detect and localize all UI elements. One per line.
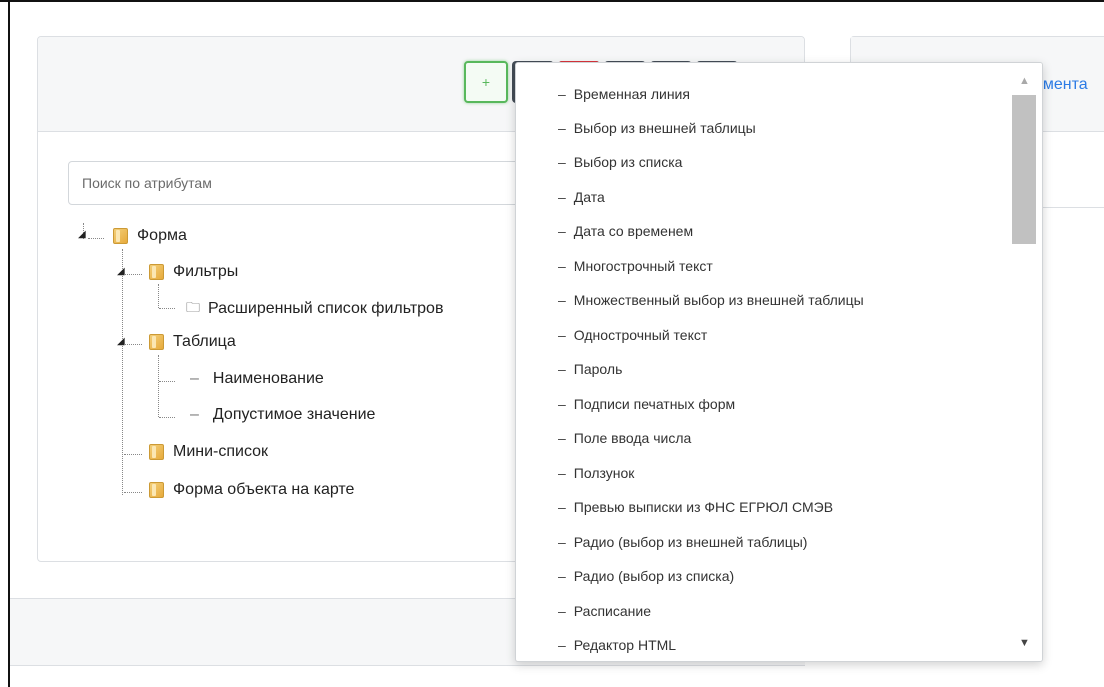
tree-node-table[interactable]: Таблица — [149, 333, 236, 351]
scrollbar-thumb[interactable] — [1012, 95, 1036, 244]
folder-icon — [149, 334, 164, 350]
dropdown-item-egrul-preview[interactable]: – Превью выписки из ФНС ЕГРЮЛ СМЭВ — [558, 490, 833, 524]
tree-node-name[interactable]: – Наименование — [190, 370, 324, 388]
tree-connector — [159, 308, 175, 309]
empty-folder-icon: 🗀 — [186, 299, 200, 315]
scroll-down-arrow-icon[interactable]: ▼ — [1019, 637, 1030, 649]
collapse-triangle-icon[interactable]: ◢ — [78, 229, 86, 240]
dropdown-item-multiline-text[interactable]: – Многострочный текст — [558, 249, 713, 283]
tree-node-label: Наименование — [212, 370, 324, 387]
tree-connector — [124, 344, 142, 345]
tree-node-extended-filter-list[interactable]: 🗀 Расширенный список фильтров — [186, 297, 443, 321]
collapse-triangle-icon[interactable]: ◢ — [117, 266, 125, 277]
dropdown-item-print-signatures[interactable]: – Подписи печатных форм — [558, 387, 735, 421]
dropdown-item-radio-external[interactable]: – Радио (выбор из внешней таблицы) — [558, 525, 807, 559]
dropdown-item-timeline[interactable]: – Временная линия — [558, 77, 690, 111]
tree-connector — [158, 284, 159, 308]
dropdown-scrollbar[interactable]: ▲ ▼ — [1012, 63, 1042, 661]
folder-icon — [149, 264, 164, 280]
tree-node-label: Мини-список — [173, 443, 269, 460]
tree-node-label: Форма объекта на карте — [173, 481, 355, 498]
scroll-up-arrow-icon[interactable]: ▲ — [1019, 75, 1030, 87]
tree-connector — [124, 492, 142, 493]
dropdown-item-radio-list[interactable]: – Радио (выбор из списка) — [558, 559, 734, 593]
dropdown-item-datetime[interactable]: – Дата со временем — [558, 214, 693, 248]
tree-node-label: Расширенный список фильтров — [208, 300, 444, 317]
tree-node-map-object-form[interactable]: Форма объекта на карте — [149, 481, 354, 499]
dropdown-item-password[interactable]: – Пароль — [558, 352, 622, 386]
tree-node-label: Фильтры — [173, 263, 239, 280]
tree-connector — [124, 274, 142, 275]
dropdown-item-list-select[interactable]: – Выбор из списка — [558, 145, 682, 179]
element-type-dropdown[interactable]: – Временная линия – Выбор из внешней табли… — [515, 62, 1043, 662]
tree-connector — [159, 417, 175, 418]
folder-icon — [149, 482, 164, 498]
window-frame-top — [0, 0, 1104, 2]
dropdown-item-date[interactable]: – Дата — [558, 180, 605, 214]
dropdown-item-html-editor[interactable]: – Редактор HTML — [558, 628, 676, 661]
dropdown-item-schedule[interactable]: – Расписание — [558, 594, 651, 628]
dropdown-item-single-line-text[interactable]: – Однострочный текст — [558, 318, 707, 352]
dropdown-item-multi-select-external[interactable]: – Множественный выбор из внешней таблицы — [558, 283, 864, 317]
folder-icon — [149, 444, 164, 460]
tree-node-filters[interactable]: Фильтры — [149, 263, 238, 281]
tree-node-label: Таблица — [173, 333, 236, 350]
tree-connector — [124, 454, 142, 455]
tree-connector — [122, 249, 123, 495]
leaf-dash: – — [190, 370, 199, 387]
tree-connector — [88, 238, 104, 239]
folder-icon — [113, 228, 128, 244]
dropdown-item-number-input[interactable]: – Поле ввода числа — [558, 421, 691, 455]
tree-node-form[interactable]: Форма — [113, 227, 187, 245]
tree-connector — [159, 381, 175, 382]
tree-node-allowed-value[interactable]: – Допустимое значение — [190, 406, 375, 424]
tree-connector — [158, 355, 159, 417]
dropdown-item-slider[interactable]: – Ползунок — [558, 456, 634, 490]
window-frame-left — [8, 0, 10, 687]
tree-node-mini-list[interactable]: Мини-список — [149, 443, 268, 461]
leaf-dash: – — [190, 406, 199, 423]
dropdown-item-external-table-select[interactable]: – Выбор из внешней таблицы — [558, 111, 756, 145]
tree-node-label: Форма — [137, 227, 187, 244]
collapse-triangle-icon[interactable]: ◢ — [117, 336, 125, 347]
tree-node-label: Допустимое значение — [212, 406, 376, 423]
